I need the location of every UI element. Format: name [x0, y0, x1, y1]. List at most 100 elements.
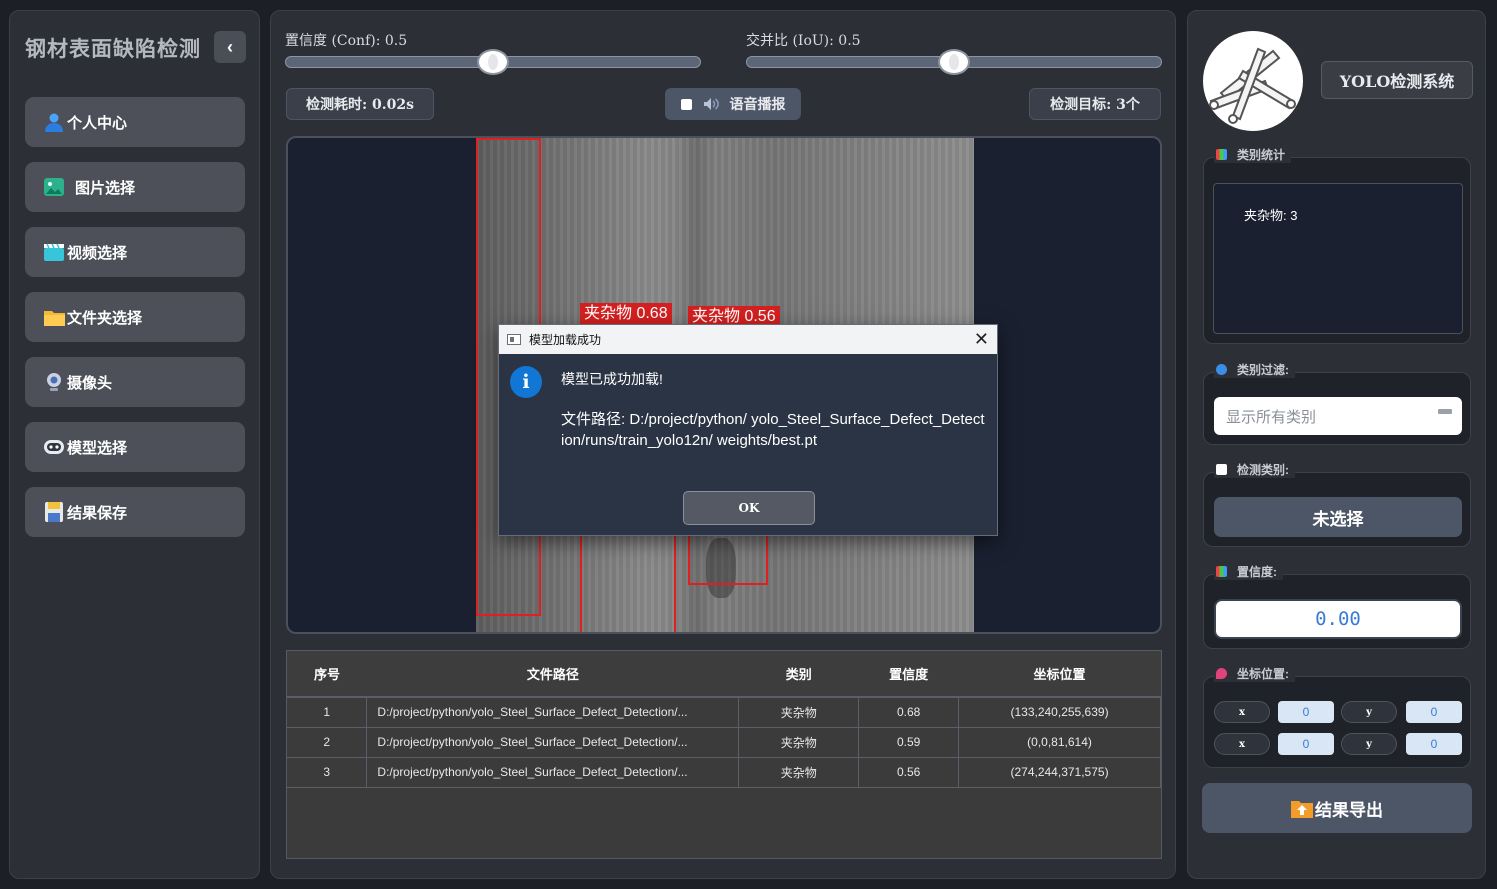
search-icon — [1216, 364, 1227, 375]
cell-index: 3 — [287, 757, 368, 788]
detect-class-select[interactable]: 未选择 — [1214, 497, 1462, 537]
results-table: 序号 文件路径 类别 置信度 坐标位置 1 D:/project/python/… — [286, 650, 1162, 859]
dropdown-icon — [1438, 409, 1452, 414]
export-results-button[interactable]: 结果导出 — [1202, 783, 1472, 833]
filter-title-label: 类别过滤: — [1237, 363, 1289, 377]
cell-conf: 0.68 — [858, 697, 960, 728]
nav-save-results[interactable]: 结果保存 — [25, 487, 245, 537]
cell-class: 夹杂物 — [738, 757, 860, 788]
nav-video-select[interactable]: 视频选择 — [25, 227, 245, 277]
ok-button[interactable]: OK — [683, 491, 815, 525]
class-filter-select[interactable]: 显示所有类别 — [1214, 397, 1462, 435]
coord-y-label: y — [1341, 701, 1397, 723]
conf-label: 置信度 (Conf): 0.5 — [285, 33, 408, 49]
dialog-title: 模型加载成功 — [529, 333, 602, 347]
filter-select-value: 显示所有类别 — [1226, 408, 1317, 426]
nav-label: 文件夹选择 — [67, 309, 143, 327]
chart-icon — [1216, 149, 1227, 160]
coord-y2-value: 0 — [1406, 733, 1462, 755]
detect-title-label: 检测类别: — [1237, 463, 1289, 477]
logo-image — [1203, 31, 1303, 131]
nav-user-center[interactable]: 个人中心 — [25, 97, 245, 147]
confidence-value: 0.00 — [1214, 599, 1462, 639]
camera-icon — [43, 372, 65, 392]
target-count-badge: 检测目标: 3个 — [1029, 88, 1161, 120]
table-row[interactable]: 2 D:/project/python/yolo_Steel_Surface_D… — [287, 727, 1161, 758]
detect-class-group-title: 检测类别: — [1214, 461, 1295, 478]
coord-y-label: y — [1341, 733, 1397, 755]
cell-coords: (274,244,371,575) — [958, 757, 1161, 788]
voice-toggle[interactable]: 语音播报 — [665, 88, 801, 120]
stats-box: 夹杂物: 3 — [1213, 183, 1463, 334]
nav-model-select[interactable]: 模型选择 — [25, 422, 245, 472]
collapse-sidebar-button[interactable]: ‹ — [214, 31, 246, 63]
coords-group-title: 坐标位置: — [1214, 665, 1295, 682]
window-icon — [507, 334, 521, 345]
dialog-titlebar[interactable]: 模型加载成功 ✕ — [499, 325, 997, 354]
cell-coords: (0,0,81,614) — [958, 727, 1161, 758]
voice-label: 语音播报 — [729, 96, 786, 112]
model-icon — [43, 437, 65, 457]
conf-slider-thumb[interactable] — [477, 49, 509, 75]
upload-folder-icon — [1291, 798, 1313, 818]
dialog-message: 模型已成功加载! — [561, 371, 663, 387]
cell-conf: 0.56 — [858, 757, 960, 788]
iou-slider-thumb[interactable] — [938, 49, 970, 75]
coord-x1-value: 0 — [1278, 701, 1334, 723]
coord-title-label: 坐标位置: — [1237, 667, 1289, 681]
cell-path: D:/project/python/yolo_Steel_Surface_Def… — [366, 697, 740, 728]
conf-title-label: 置信度: — [1237, 565, 1277, 579]
nav-label: 摄像头 — [67, 374, 113, 392]
column-header: 类别 — [738, 651, 859, 698]
column-header: 置信度 — [858, 651, 959, 698]
stats-group-title: 类别统计 — [1214, 146, 1292, 163]
nav-image-select[interactable]: 图片选择 — [25, 162, 245, 212]
video-icon — [43, 242, 65, 262]
user-icon — [43, 112, 65, 132]
system-title-button[interactable]: YOLO检测系统 — [1321, 61, 1473, 99]
export-label: 结果导出 — [1315, 800, 1383, 820]
stats-title-label: 类别统计 — [1237, 148, 1286, 162]
checkbox-icon[interactable] — [680, 98, 692, 110]
cell-index: 2 — [287, 727, 368, 758]
detection-label: 夹杂物 0.68 — [580, 303, 672, 325]
table-row[interactable]: 1 D:/project/python/yolo_Steel_Surface_D… — [287, 697, 1161, 728]
nav-folder-select[interactable]: 文件夹选择 — [25, 292, 245, 342]
filter-group-title: 类别过滤: — [1214, 361, 1295, 378]
nav-label: 图片选择 — [75, 179, 136, 197]
coord-x2-value: 0 — [1278, 733, 1334, 755]
app-title: 钢材表面缺陷检测 — [25, 36, 201, 61]
close-icon[interactable]: ✕ — [974, 329, 989, 349]
speaker-icon — [703, 98, 720, 110]
cell-conf: 0.59 — [858, 727, 960, 758]
cell-index: 1 — [287, 697, 368, 728]
dialog-file-path: 文件路径: D:/project/python/ yolo_Steel_Surf… — [561, 411, 985, 449]
nav-label: 模型选择 — [67, 439, 128, 457]
nav-label: 个人中心 — [67, 114, 128, 132]
folder-icon — [43, 307, 65, 327]
sidebar: 钢材表面缺陷检测 ‹ 个人中心 图片选择 视频选择 文件夹选择 摄像头 模型选择… — [9, 10, 260, 879]
pin-icon — [1216, 668, 1227, 679]
nav-camera[interactable]: 摄像头 — [25, 357, 245, 407]
table-row[interactable]: 3 D:/project/python/yolo_Steel_Surface_D… — [287, 757, 1161, 788]
image-icon — [43, 177, 65, 197]
square-icon — [1216, 464, 1227, 475]
coord-y1-value: 0 — [1406, 701, 1462, 723]
model-loaded-dialog: 模型加载成功 ✕ i 模型已成功加载! 文件路径: D:/project/pyt… — [498, 324, 998, 536]
detect-time-badge: 检测耗时: 0.02s — [286, 88, 434, 120]
cell-path: D:/project/python/yolo_Steel_Surface_Def… — [366, 727, 740, 758]
cell-class: 夹杂物 — [738, 697, 860, 728]
info-icon: i — [510, 366, 542, 398]
table-header-row: 序号 文件路径 类别 置信度 坐标位置 — [287, 651, 1161, 698]
coord-x-label: x — [1214, 701, 1270, 723]
iou-label: 交并比 (IoU): 0.5 — [746, 33, 861, 49]
chart-icon — [1216, 566, 1227, 577]
column-header: 坐标位置 — [958, 651, 1161, 698]
cell-path: D:/project/python/yolo_Steel_Surface_Def… — [366, 757, 740, 788]
column-header: 序号 — [287, 651, 367, 698]
stats-text: 夹杂物: 3 — [1244, 208, 1298, 223]
cell-class: 夹杂物 — [738, 727, 860, 758]
save-icon — [43, 502, 65, 522]
confidence-group-title: 置信度: — [1214, 563, 1283, 580]
cell-coords: (133,240,255,639) — [958, 697, 1161, 728]
